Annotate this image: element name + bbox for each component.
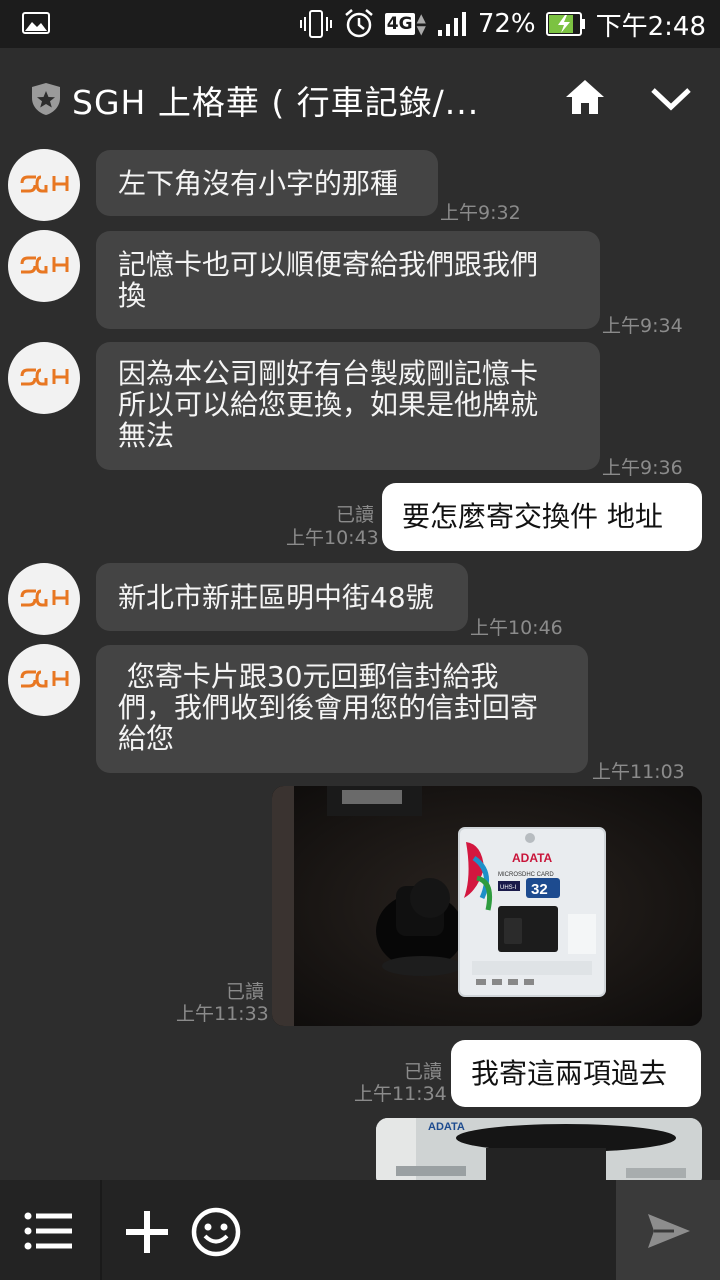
photo-dashcam-mount-and-memory-card: ADATA MICROSDHC CARD UHS-I 32 xyxy=(272,786,702,1026)
battery-percent: 72% xyxy=(477,9,536,39)
message-text: 要怎麼寄交換件 地址 xyxy=(402,500,663,533)
message-line: 換 xyxy=(118,279,147,312)
capacity-text: 32 xyxy=(531,881,548,898)
send-button[interactable] xyxy=(616,1180,720,1280)
message-bubble-incoming[interactable]: 記憶卡也可以順便寄給我們跟我們 換 xyxy=(96,231,600,329)
image-message[interactable]: ADATA xyxy=(376,1118,702,1188)
avatar[interactable] xyxy=(8,230,80,302)
clock: 下午2:48 xyxy=(595,11,706,42)
message-line: 無法 xyxy=(118,419,175,452)
home-icon[interactable] xyxy=(564,78,606,116)
message-time: 上午11:33 xyxy=(176,1003,269,1025)
message-bubble-outgoing[interactable]: 要怎麼寄交換件 地址 xyxy=(382,483,702,551)
avatar[interactable] xyxy=(8,342,80,414)
message-text: 我寄這兩項過去 xyxy=(471,1056,668,1090)
sgh-logo-icon xyxy=(20,256,69,274)
message-line: 記憶卡也可以順便寄給我們跟我們 xyxy=(118,248,539,281)
avatar[interactable] xyxy=(8,644,80,716)
message-time: 上午10:43 xyxy=(286,527,379,549)
input-bar xyxy=(0,1180,720,1280)
message-time: 上午10:46 xyxy=(470,617,563,639)
message-bubble-incoming[interactable]: 新北市新莊區明中街48號 xyxy=(96,563,468,631)
photo-partial: ADATA xyxy=(376,1118,702,1188)
chat-header: SGH 上格華 ( 行車記錄/... xyxy=(0,48,720,144)
message-time: 上午11:34 xyxy=(354,1083,447,1105)
avatar[interactable] xyxy=(8,563,80,635)
emoji-icon[interactable] xyxy=(190,1206,242,1258)
menu-icon[interactable] xyxy=(24,1212,74,1250)
send-icon xyxy=(648,1214,690,1248)
image-message[interactable]: ADATA MICROSDHC CARD UHS-I 32 xyxy=(272,786,702,1026)
shield-star-icon xyxy=(32,83,60,115)
sgh-logo-icon xyxy=(20,368,69,386)
uhs-text: UHS-I xyxy=(500,885,517,891)
message-text: 左下角沒有小字的那種 xyxy=(118,166,399,200)
vibrate-icon xyxy=(299,10,332,38)
alarm-icon xyxy=(344,9,373,38)
message-line: 們，我們收到後會用您的信封回寄 xyxy=(118,691,539,724)
message-time: 上午9:34 xyxy=(602,315,683,337)
plus-icon[interactable] xyxy=(124,1209,170,1255)
message-bubble-incoming[interactable]: 您寄卡片跟30元回郵信封給我 們，我們收到後會用您的信封回寄 給您 xyxy=(96,645,588,773)
sgh-logo-icon xyxy=(20,589,69,607)
message-time: 上午9:32 xyxy=(440,202,521,224)
chevron-down-icon[interactable] xyxy=(650,86,692,112)
message-line: 因為本公司剛好有台製威剛記憶卡 xyxy=(118,357,539,390)
adata-brand-text: ADATA xyxy=(512,851,553,865)
network-4g-icon: 4G ▲ ▼ xyxy=(384,11,426,37)
sgh-logo-icon xyxy=(20,670,69,688)
adata-brand-text: ADATA xyxy=(428,1121,465,1133)
message-line: 給您 xyxy=(118,722,175,755)
message-line: 您寄卡片跟30元回郵信封給我 xyxy=(118,660,499,693)
message-bubble-incoming[interactable]: 因為本公司剛好有台製威剛記憶卡 所以可以給您更換，如果是他牌就 無法 xyxy=(96,342,600,470)
gallery-icon xyxy=(22,12,50,34)
message-line: 所以可以給您更換，如果是他牌就 xyxy=(118,388,539,421)
avatar[interactable] xyxy=(8,149,80,221)
message-text: 新北市新莊區明中街48號 xyxy=(118,580,434,614)
network-label: 4G xyxy=(384,13,415,35)
chat-title: SGH 上格華 ( 行車記錄/... xyxy=(72,83,480,122)
battery-charging-icon xyxy=(545,12,585,36)
sgh-logo-icon xyxy=(20,175,69,193)
message-time: 上午11:03 xyxy=(592,761,685,783)
signal-icon xyxy=(437,12,466,36)
divider xyxy=(100,1180,102,1280)
message-bubble-outgoing[interactable]: 我寄這兩項過去 xyxy=(451,1040,701,1107)
card-type-text: MICROSDHC CARD xyxy=(498,872,554,878)
message-bubble-incoming[interactable]: 左下角沒有小字的那種 xyxy=(96,150,438,216)
message-time: 上午9:36 xyxy=(602,457,683,479)
status-bar: 4G ▲ ▼ 72% 下午2:48 xyxy=(0,0,720,48)
